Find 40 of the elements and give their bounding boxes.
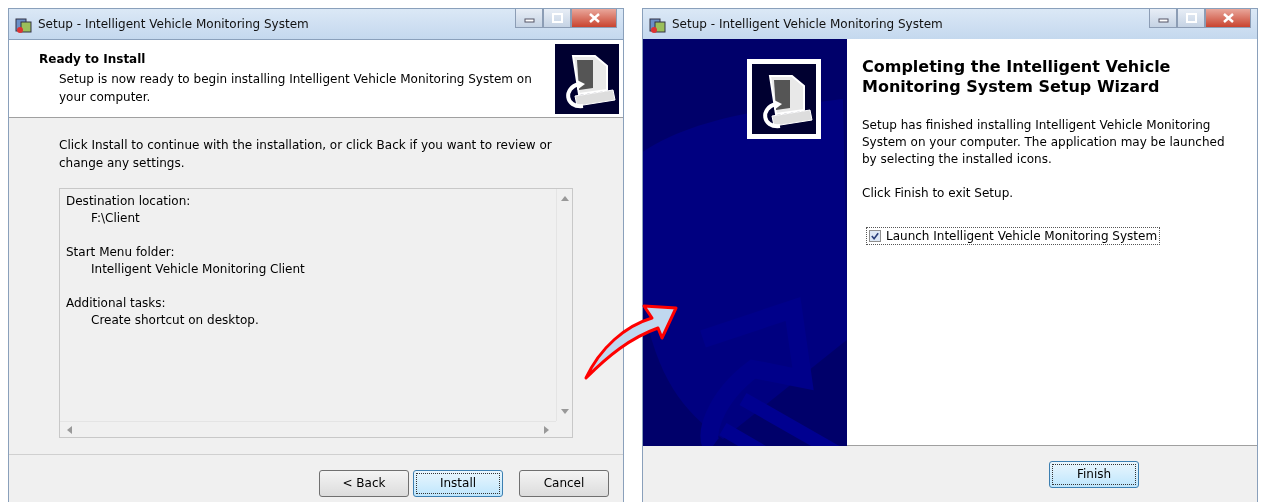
computer-logo-icon	[747, 59, 821, 139]
summary-value: F:\Client	[90, 210, 140, 227]
body-text: Click Finish to exit Setup.	[862, 185, 1015, 202]
dialog-button[interactable]: Finish	[1049, 460, 1139, 488]
page-subtitle: Setup is now ready to begin installing Intelligent Vehicle Monitoring System on your computer.	[58, 70, 533, 106]
maximize-icon	[550, 13, 564, 23]
setup-icon	[649, 15, 666, 33]
setup-icon	[15, 15, 32, 33]
close-icon	[1221, 13, 1235, 23]
wizard-heading: Completing the Intelligent Vehicle Monitoring System Setup Wizard	[862, 57, 1172, 97]
computer-logo-icon	[555, 43, 619, 114]
window-title: Setup - Intelligent Vehicle Monitoring System	[672, 17, 944, 31]
horizontal-scrollbar[interactable]	[60, 421, 556, 437]
scroll-up-icon	[559, 195, 570, 202]
vertical-scrollbar[interactable]	[556, 189, 572, 421]
close-button[interactable]	[571, 9, 617, 28]
minimize-button[interactable]	[515, 9, 543, 28]
dialog-button[interactable]: < Back	[319, 469, 409, 497]
summary-value: Intelligent Vehicle Monitoring Client	[90, 261, 305, 278]
launch-checkbox[interactable]: Launch Intelligent Vehicle Monitoring System	[866, 227, 1161, 245]
close-button[interactable]	[1205, 9, 1251, 28]
summary-heading: Start Menu folder:	[66, 244, 175, 261]
scroll-down-icon	[559, 408, 570, 415]
maximize-icon	[1184, 13, 1198, 23]
scroll-left-icon	[66, 424, 73, 435]
close-icon	[587, 13, 601, 23]
instruction-text: Click Install to continue with the installation, or click Back if you want to review or change any settings.	[59, 137, 553, 172]
body-text: Setup has finished installing Intelligent Vehicle Monitoring System on your computer. The application may be launched by selecting the installed icons.	[862, 117, 1226, 168]
summary-value: Create shortcut on desktop.	[90, 312, 259, 329]
minimize-button[interactable]	[1149, 9, 1177, 28]
checkmark-icon	[870, 231, 880, 241]
dialog-button[interactable]: Cancel	[519, 469, 609, 497]
summary-heading: Destination location:	[66, 193, 191, 210]
summary-heading: Additional tasks:	[66, 295, 166, 312]
window-title: Setup - Intelligent Vehicle Monitoring System	[38, 17, 310, 31]
maximize-button[interactable]	[543, 9, 571, 28]
dialog-button[interactable]: Install	[413, 469, 503, 497]
scroll-right-icon	[543, 424, 550, 435]
page-title: Ready to Install	[39, 51, 147, 66]
maximize-button[interactable]	[1177, 9, 1205, 28]
